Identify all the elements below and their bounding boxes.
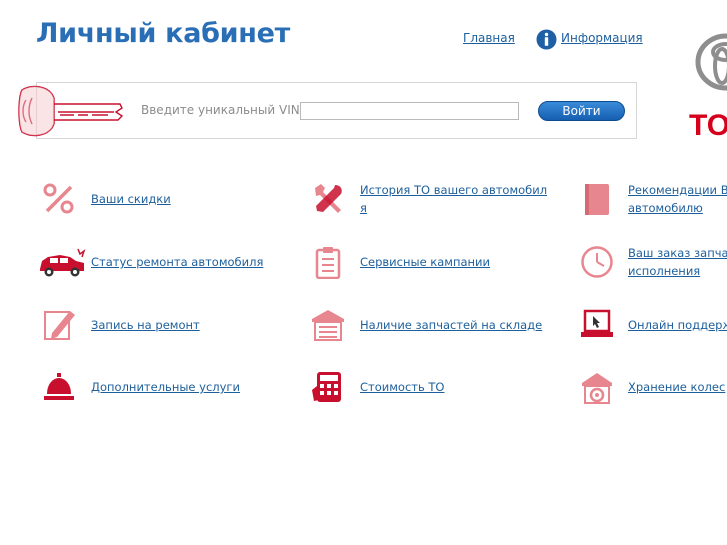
service-bell-icon[interactable] — [42, 370, 76, 404]
menu-link-service-history-line2[interactable]: я — [360, 201, 367, 215]
menu-link-parts-availability[interactable]: Наличие запчастей на складе — [360, 316, 542, 334]
vin-label: Введите уникальный VIN — [141, 103, 300, 117]
menu-link-repair-status[interactable]: Статус ремонта автомобиля — [91, 253, 263, 271]
pencil-note-icon[interactable] — [42, 307, 76, 341]
menu-link-recommendations-line1[interactable]: Рекомендации В — [628, 183, 727, 197]
menu-link-extra-services[interactable]: Дополнительные услуги — [91, 378, 240, 396]
menu-link-discounts[interactable]: Ваши скидки — [91, 190, 171, 208]
home-link[interactable]: Главная — [463, 31, 515, 45]
login-button[interactable]: Войти — [538, 101, 625, 121]
menu-link-parts-order-line2[interactable]: исполнения — [628, 264, 700, 278]
laptop-icon[interactable] — [580, 307, 614, 341]
clock-icon[interactable] — [580, 245, 614, 279]
logo-text: TO — [689, 109, 727, 138]
book-icon[interactable] — [580, 182, 614, 216]
toyota-logo: TO — [689, 33, 727, 138]
menu-link-service-campaigns[interactable]: Сервисные кампании — [360, 253, 490, 271]
menu-link-parts-order-line1[interactable]: Ваш заказ запча — [628, 246, 727, 260]
menu-link-service-cost[interactable]: Стоимость ТО — [360, 378, 444, 396]
menu-link-recommendations[interactable]: Рекомендации В автомобилю — [628, 181, 727, 217]
warehouse-icon[interactable] — [311, 307, 345, 341]
broken-car-icon[interactable] — [38, 245, 86, 279]
clipboard-icon[interactable] — [311, 245, 345, 279]
percent-icon[interactable] — [42, 182, 76, 216]
vin-input[interactable] — [300, 102, 519, 120]
info-link[interactable]: Информация — [561, 31, 643, 45]
menu-link-online-support[interactable]: Онлайн поддерж — [628, 316, 727, 334]
menu-link-service-history[interactable]: История ТО вашего автомобил я — [360, 181, 547, 217]
menu-link-recommendations-line2[interactable]: автомобилю — [628, 201, 703, 215]
wrench-tools-icon[interactable] — [311, 182, 345, 216]
tire-storage-icon[interactable] — [580, 370, 614, 404]
menu-link-service-history-line1[interactable]: История ТО вашего автомобил — [360, 183, 547, 197]
calculator-icon[interactable] — [311, 370, 345, 404]
menu-link-tire-storage[interactable]: Хранение колес — [628, 378, 725, 396]
key-icon — [18, 85, 124, 137]
info-icon[interactable] — [536, 29, 557, 50]
menu-link-parts-order[interactable]: Ваш заказ запча исполнения — [628, 244, 727, 280]
menu-link-repair-booking[interactable]: Запись на ремонт — [91, 316, 200, 334]
page-title: Личный кабинет — [36, 18, 291, 49]
